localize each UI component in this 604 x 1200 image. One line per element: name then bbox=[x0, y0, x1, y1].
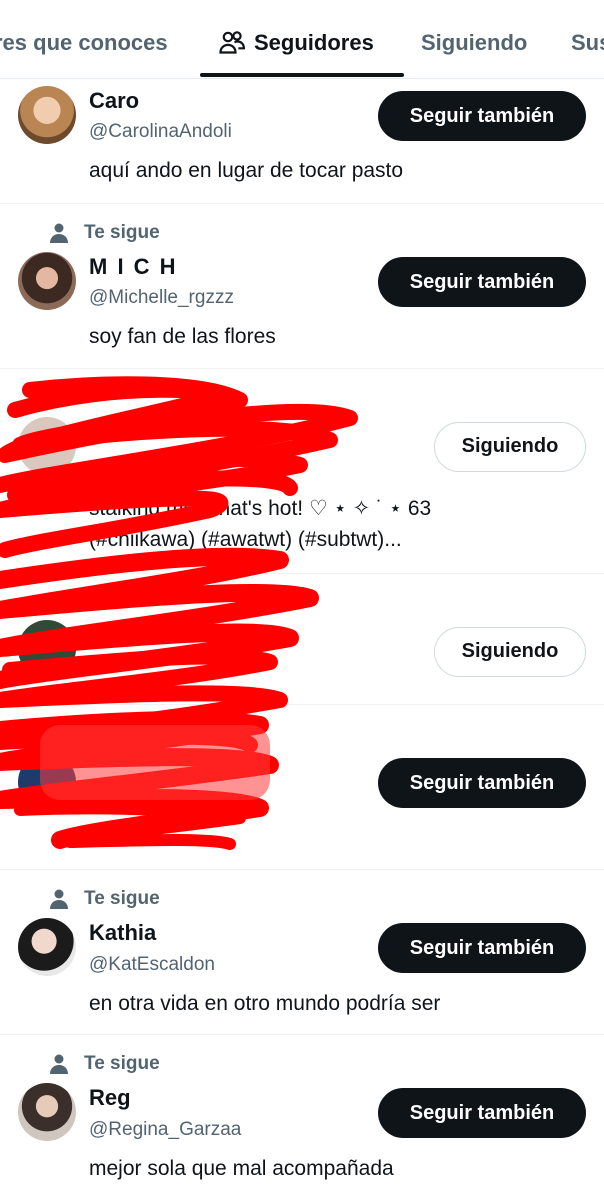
follows-you-label: Te sigue bbox=[50, 1053, 160, 1075]
username[interactable]: @Michelle_rgzzz bbox=[89, 287, 234, 309]
active-tab-indicator bbox=[200, 73, 404, 77]
bio: mejor sola que mal acompañada bbox=[89, 1157, 394, 1180]
following-button[interactable]: Siguiendo bbox=[434, 627, 586, 677]
tab-followers-you-know[interactable]: res que conoces bbox=[0, 27, 168, 59]
display-name[interactable]: Kathia bbox=[89, 920, 156, 946]
people-icon bbox=[218, 29, 246, 57]
follower-row[interactable]: Te sigue Reg @Regina_Garzaa Seguir tambi… bbox=[0, 1035, 604, 1200]
tab-label: Sus bbox=[571, 30, 604, 55]
follower-row[interactable]: Te sigue Kathia @KatEscaldon Seguir tamb… bbox=[0, 870, 604, 1035]
display-name[interactable]: M I C H bbox=[89, 254, 178, 280]
follower-row[interactable]: Siguiendo stalking me? that's hot! ♡ ⋆ ✧… bbox=[0, 369, 604, 574]
follow-back-button[interactable]: Seguir también bbox=[378, 91, 586, 141]
bio: soy fan de las flores bbox=[89, 325, 276, 348]
username[interactable]: @Regina_Garzaa bbox=[89, 1119, 241, 1141]
follows-you-text: Te sigue bbox=[84, 888, 160, 909]
username[interactable]: @KatEscaldon bbox=[89, 954, 215, 976]
follow-back-button[interactable]: Seguir también bbox=[378, 758, 586, 808]
tab-bar: res que conoces Seguidores Siguiendo Sus bbox=[0, 0, 604, 79]
follow-back-button[interactable]: Seguir también bbox=[378, 1088, 586, 1138]
follower-row[interactable]: Siguiendo bbox=[0, 574, 604, 705]
follower-row[interactable]: Te sigue M I C H @Michelle_rgzzz Seguir … bbox=[0, 204, 604, 369]
avatar[interactable] bbox=[18, 918, 76, 976]
follower-row[interactable]: Seguir también bbox=[0, 705, 604, 870]
tab-label: Siguiendo bbox=[421, 30, 528, 55]
following-button[interactable]: Siguiendo bbox=[434, 422, 586, 472]
avatar[interactable] bbox=[18, 620, 76, 678]
bio: en otra vida en otro mundo podría ser bbox=[89, 992, 441, 1015]
tab-label: Seguidores bbox=[254, 30, 374, 55]
avatar[interactable] bbox=[18, 1083, 76, 1141]
bio: stalking me? that's hot! ♡ ⋆ ✧ ˙ ⋆ 63 (#… bbox=[89, 493, 579, 555]
follows-you-text: Te sigue bbox=[84, 1053, 160, 1074]
bio-line: stalking me? that's hot! ♡ ⋆ ✧ ˙ ⋆ 63 bbox=[89, 497, 432, 520]
display-name[interactable]: Reg bbox=[89, 1085, 131, 1111]
tab-label: res que conoces bbox=[0, 30, 168, 55]
follows-you-label: Te sigue bbox=[50, 222, 160, 244]
avatar[interactable] bbox=[18, 417, 76, 475]
tab-following[interactable]: Siguiendo bbox=[421, 27, 527, 59]
display-name[interactable]: Caro bbox=[89, 88, 139, 114]
avatar[interactable] bbox=[18, 753, 76, 811]
followers-screen: res que conoces Seguidores Siguiendo Sus… bbox=[0, 0, 604, 1200]
follower-row[interactable]: Caro @CarolinaAndoli Seguir también aquí… bbox=[0, 78, 604, 204]
follows-you-text: Te sigue bbox=[84, 222, 160, 243]
username[interactable]: @CarolinaAndoli bbox=[89, 121, 232, 143]
person-icon bbox=[50, 889, 68, 909]
bio: aquí ando en lugar de tocar pasto bbox=[89, 159, 404, 182]
tab-subscriptions[interactable]: Sus bbox=[571, 27, 604, 59]
person-icon bbox=[50, 1054, 68, 1074]
avatar[interactable] bbox=[18, 86, 76, 144]
follow-back-button[interactable]: Seguir también bbox=[378, 257, 586, 307]
avatar[interactable] bbox=[18, 252, 76, 310]
bio-line: (#chiikawa) (#awatwt) (#subtwt)... bbox=[89, 528, 402, 551]
tab-followers[interactable]: Seguidores bbox=[218, 27, 374, 59]
person-icon bbox=[50, 223, 68, 243]
follow-back-button[interactable]: Seguir también bbox=[378, 923, 586, 973]
follows-you-label: Te sigue bbox=[50, 888, 160, 910]
